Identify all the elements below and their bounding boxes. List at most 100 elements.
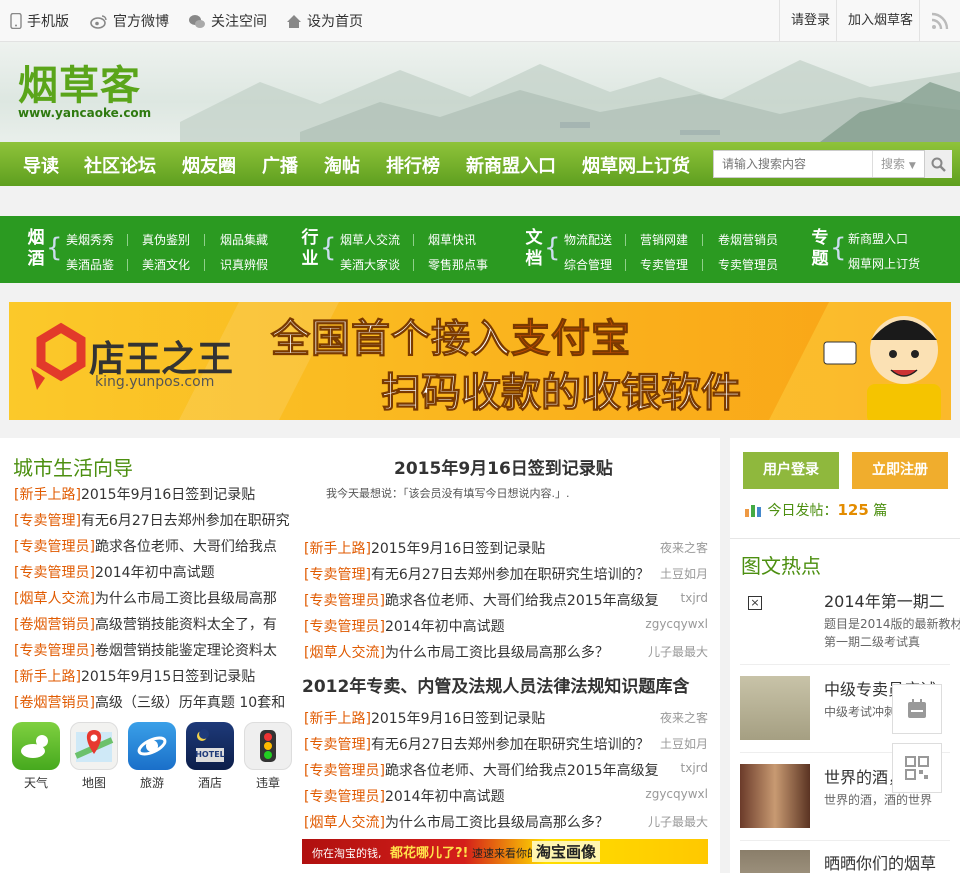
category-link[interactable]: 真伪鉴别: [142, 231, 190, 248]
taobao-ad-banner[interactable]: 你在淘宝的钱, 都花哪儿了?! 速速来看你的 淘宝画像: [302, 839, 708, 864]
weather-app-button[interactable]: [12, 722, 60, 770]
nav-item-order[interactable]: 烟草网上订货: [582, 152, 690, 178]
travel-icon: [137, 736, 167, 756]
nav-item-guide[interactable]: 导读: [23, 152, 59, 178]
table-row[interactable]: [专卖管理]有无6月27日去郑州参加在职研究生培训的？ 土豆如月: [304, 564, 708, 584]
category-link[interactable]: 营销网建: [640, 231, 688, 248]
nav-item-friends[interactable]: 烟友圈: [182, 152, 236, 178]
category-link[interactable]: 烟草网上订货: [848, 255, 920, 272]
table-row[interactable]: [专卖管理员]2014年初中高试题 zgycqywxl: [304, 616, 708, 636]
list-item[interactable]: [新手上路]2015年9月15日签到记录贴: [14, 666, 294, 686]
hot-item-title: 2014年第一期二: [824, 592, 945, 611]
weibo-label: 官方微博: [113, 14, 169, 30]
table-row[interactable]: [新手上路]2015年9月16日签到记录贴 夜来之客: [304, 708, 708, 728]
calendar-icon: [908, 699, 926, 718]
brace-icon: {: [544, 233, 561, 263]
list-item[interactable]: [卷烟营销员]高级（三级）历年真题 10套和: [14, 692, 294, 712]
search-type-select[interactable]: 搜索 ▼: [872, 151, 922, 177]
calendar-float-button[interactable]: [892, 684, 942, 734]
register-button[interactable]: 立即注册: [852, 452, 948, 489]
list-item[interactable]: [专卖管理员]卷烟营销技能鉴定理论资料太: [14, 640, 294, 660]
homepage-label: 设为首页: [307, 14, 363, 30]
table-row[interactable]: [新手上路]2015年9月16日签到记录贴 夜来之客: [304, 538, 708, 558]
hot-item[interactable]: 晒晒你们的烟草: [740, 850, 958, 873]
brace-icon: {: [830, 233, 847, 263]
login-link[interactable]: 请登录: [779, 0, 841, 42]
ad-text: 淘宝画像: [532, 841, 601, 862]
site-logo[interactable]: 烟草客 www.yancaoke.com: [18, 64, 151, 120]
map-app-button[interactable]: [70, 722, 118, 770]
nav-item-broadcast[interactable]: 广播: [262, 152, 298, 178]
search-type-label: 搜索: [881, 157, 906, 171]
rss-button[interactable]: [919, 0, 960, 42]
list-item[interactable]: [新手上路]2015年9月16日签到记录贴: [14, 484, 294, 504]
category-link[interactable]: 烟草人交流: [340, 231, 400, 248]
app-label: 酒店: [197, 776, 222, 790]
category-link[interactable]: 识真辨假: [220, 256, 268, 273]
category-link[interactable]: 美烟秀秀: [66, 231, 114, 248]
header-banner: 烟草客 www.yancaoke.com: [0, 42, 960, 142]
ad-banner[interactable]: 店王之王 king.yunpos.com 全国首个接入支付宝 扫码收款的收银软件: [9, 302, 951, 420]
table-row[interactable]: [专卖管理员]2014年初中高试题 zgycqywxl: [304, 786, 708, 806]
table-row[interactable]: [专卖管理]有无6月27日去郑州参加在职研究生培训的？ 土豆如月: [304, 734, 708, 754]
list-item[interactable]: [专卖管理员]跪求各位老师、大哥们给我点: [14, 536, 294, 556]
app-label: 旅游: [139, 776, 164, 790]
search-button[interactable]: [924, 150, 952, 178]
weibo-link[interactable]: 官方微博: [90, 11, 169, 31]
join-link[interactable]: 加入烟草客: [836, 0, 924, 42]
category-link[interactable]: 专卖管理员: [718, 256, 778, 273]
app-label: 违章: [255, 776, 280, 790]
qzone-link[interactable]: 关注空间: [188, 11, 267, 31]
headline-title[interactable]: 2015年9月16日签到记录贴: [394, 454, 613, 479]
app-label: 地图: [81, 776, 106, 790]
category-link[interactable]: 新商盟入口: [848, 230, 908, 247]
category-link[interactable]: 物流配送: [564, 231, 612, 248]
table-row[interactable]: [烟草人交流]为什么市局工资比县级局高那么多？ 儿子最最大: [304, 642, 708, 662]
category-link[interactable]: 综合管理: [564, 256, 612, 273]
user-login-button[interactable]: 用户登录: [743, 452, 839, 489]
list-item[interactable]: [烟草人交流]为什么市局工资比县级局高那: [14, 588, 294, 608]
category-title: 行业: [301, 228, 319, 269]
table-row[interactable]: [专卖管理员]跪求各位老师、大哥们给我点2015年高级复 txjrd: [304, 590, 708, 610]
ad-headline-alipay: 支付宝: [511, 317, 632, 363]
logo-text: 烟草客: [18, 63, 141, 109]
ad-text: 你在淘宝的钱,: [312, 847, 382, 860]
nav-item-ranking[interactable]: 排行榜: [386, 152, 440, 178]
category-link[interactable]: 烟品集藏: [220, 231, 268, 248]
search-box: 搜索 ▼: [713, 150, 952, 178]
list-item[interactable]: [专卖管理]有无6月27日去郑州参加在职研究: [14, 510, 294, 530]
thumbnail: [740, 850, 810, 873]
mobile-link[interactable]: 手机版: [10, 11, 69, 31]
qrcode-float-button[interactable]: [892, 743, 942, 793]
weather-icon: [21, 735, 48, 758]
category-link[interactable]: 卷烟营销员: [718, 231, 778, 248]
search-input[interactable]: [714, 151, 871, 177]
today-count: 125: [837, 501, 869, 519]
hot-item[interactable]: × 2014年第一期二 题目是2014版的最新教材第一期二级考试真: [740, 588, 960, 652]
category-link[interactable]: 烟草快讯: [428, 231, 476, 248]
violation-app-button[interactable]: [244, 722, 292, 770]
list-item[interactable]: [卷烟营销员]高级营销技能资料太全了，有: [14, 614, 294, 634]
hotel-app-button[interactable]: HOTEL: [186, 722, 234, 770]
city-guide-title: 城市生活向导: [13, 456, 133, 480]
table-row[interactable]: [烟草人交流]为什么市局工资比县级局高那么多？ 儿子最最大: [304, 812, 708, 832]
category-link[interactable]: 专卖管理: [640, 256, 688, 273]
category-link[interactable]: 美酒品鉴: [66, 256, 114, 273]
nav-item-xinshangmeng[interactable]: 新商盟入口: [466, 152, 556, 178]
home-icon: [287, 14, 301, 28]
travel-app-button[interactable]: [128, 722, 176, 770]
category-link[interactable]: 美酒文化: [142, 256, 190, 273]
table-row[interactable]: [专卖管理员]跪求各位老师、大哥们给我点2015年高级复 txjrd: [304, 760, 708, 780]
nav-item-collection[interactable]: 淘帖: [324, 152, 360, 178]
weibo-icon: [90, 14, 107, 29]
phone-icon: [10, 13, 22, 29]
headline-title[interactable]: 2012年专卖、内管及法规人员法律法规知识题库含: [302, 672, 689, 697]
sidebar-panel: 用户登录 立即注册 今日发帖：125 篇 图文热点 × 2014年第一期二 题目…: [730, 438, 960, 873]
list-item[interactable]: [专卖管理员]2014年初中高试题: [14, 562, 294, 582]
category-link[interactable]: 美酒大家谈: [340, 256, 400, 273]
category-link[interactable]: 零售那点事: [428, 256, 488, 273]
ad-headline-2: 扫码收款的收银软件: [381, 370, 742, 417]
ad-text: 都花哪儿了?!: [390, 846, 469, 861]
nav-item-forum[interactable]: 社区论坛: [84, 152, 156, 178]
homepage-link[interactable]: 设为首页: [286, 11, 363, 31]
